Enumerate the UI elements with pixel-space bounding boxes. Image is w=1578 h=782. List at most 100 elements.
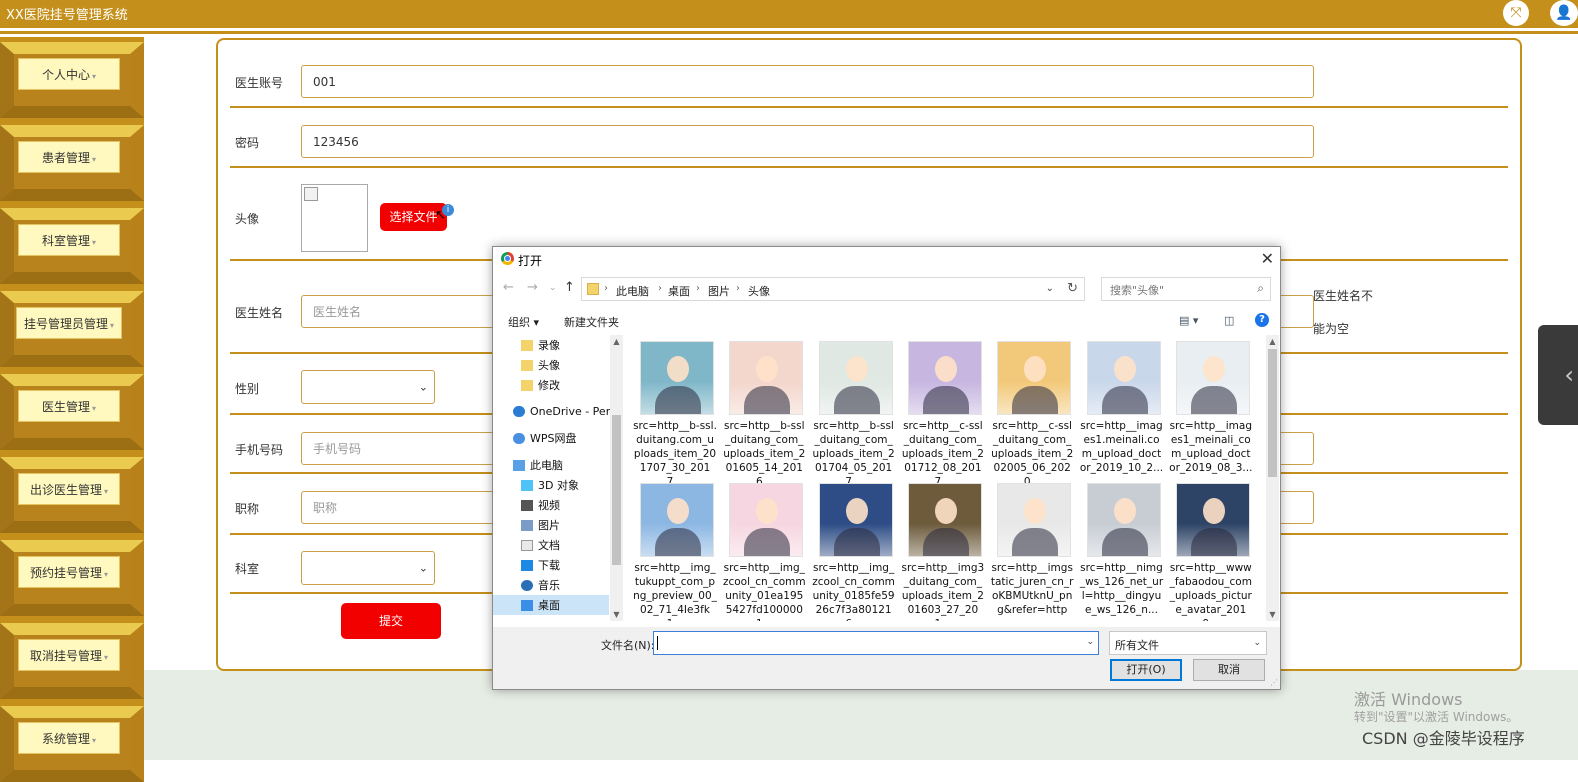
file-name: src=http__nimg_ws_126_net_url=http__ding… bbox=[1079, 562, 1164, 616]
submit-button[interactable]: 提交 bbox=[341, 603, 441, 639]
file-item[interactable]: src=http__b-ssl_duitang_com_uploads_item… bbox=[812, 339, 896, 488]
sidebar-item-doctors[interactable]: 医生管理 ▾ bbox=[0, 374, 144, 450]
organize-button[interactable]: 组织 ▾ bbox=[508, 314, 539, 330]
menu-button[interactable]: 系统管理 ▾ bbox=[18, 722, 120, 754]
sidebar-item-personal-center[interactable]: 个人中心 ▾ bbox=[0, 42, 144, 118]
tree-item-wps-cloud[interactable]: WPS网盘 bbox=[513, 428, 577, 448]
file-item[interactable]: src=http__images1_meinali_com_upload_doc… bbox=[1169, 339, 1253, 479]
filename-input[interactable]: ⌄ bbox=[653, 631, 1099, 655]
scroll-up-icon[interactable]: ▲ bbox=[1266, 337, 1279, 346]
resize-grip-icon[interactable]: ⋰ bbox=[1270, 678, 1278, 687]
file-open-dialog: 打开 ✕ ← → ⌄ ↑ › 此电脑 › 桌面 › 图片 › 头像 ⌄ ↻ 搜索… bbox=[492, 246, 1281, 690]
tree-item-label: 视频 bbox=[538, 499, 560, 512]
file-thumbnail bbox=[729, 483, 804, 557]
breadcrumb-desktop[interactable]: 桌面 bbox=[668, 283, 690, 299]
files-scrollbar[interactable]: ▲ ▼ bbox=[1266, 335, 1279, 621]
sidebar-item-registration-admins[interactable]: 挂号管理员管理 ▾ bbox=[0, 291, 144, 367]
file-item[interactable]: src=http__www_fabaodou_com_uploads_pictu… bbox=[1169, 481, 1253, 621]
fullscreen-icon[interactable]: ⤧ bbox=[1503, 0, 1529, 26]
tree-item-downloads[interactable]: 下载 bbox=[521, 555, 560, 575]
portrait-body-shape bbox=[1190, 386, 1237, 414]
menu-button[interactable]: 出诊医生管理 ▾ bbox=[18, 473, 120, 505]
header-divider bbox=[0, 31, 1578, 34]
scroll-down-icon[interactable]: ▼ bbox=[610, 610, 623, 619]
tree-item-3d-objects[interactable]: 3D 对象 bbox=[521, 475, 579, 495]
view-options-icon[interactable]: ▤ ▾ bbox=[1179, 314, 1198, 327]
portrait-body-shape bbox=[1190, 528, 1237, 556]
tree-item-music[interactable]: 音乐 bbox=[521, 575, 560, 595]
tree-item-videos[interactable]: 视频 bbox=[521, 495, 560, 515]
scrollbar-thumb[interactable] bbox=[1268, 349, 1277, 477]
breadcrumb-this-pc[interactable]: 此电脑 bbox=[616, 283, 649, 299]
forward-arrow-icon[interactable]: → bbox=[527, 280, 538, 295]
menu-button[interactable]: 科室管理 ▾ bbox=[18, 224, 120, 256]
file-item[interactable]: src=http__c-ssl_duitang_com_uploads_item… bbox=[990, 339, 1074, 488]
file-thumbnail bbox=[729, 341, 804, 415]
password-field[interactable]: 123456 bbox=[301, 125, 1314, 158]
tree-item-recordings[interactable]: 录像 bbox=[521, 335, 560, 355]
sidebar-item-departments[interactable]: 科室管理 ▾ bbox=[0, 208, 144, 284]
scroll-up-icon[interactable]: ▲ bbox=[610, 337, 623, 346]
scrollbar-thumb[interactable] bbox=[612, 415, 621, 565]
tree-item-onedrive[interactable]: OneDrive - Perso bbox=[513, 401, 622, 421]
address-bar[interactable]: › 此电脑 › 桌面 › 图片 › 头像 ⌄ ↻ bbox=[581, 277, 1085, 301]
menu-button[interactable]: 患者管理 ▾ bbox=[18, 141, 120, 173]
sidebar-item-system[interactable]: 系统管理 ▾ bbox=[0, 706, 144, 782]
menu-button[interactable]: 取消挂号管理 ▾ bbox=[18, 639, 120, 671]
close-icon[interactable]: ✕ bbox=[1261, 249, 1274, 268]
department-select[interactable]: ⌄ bbox=[301, 551, 435, 585]
file-item[interactable]: src=http__img_zcool_cn_community_0185fe5… bbox=[812, 481, 896, 621]
sidebar-item-cancellations[interactable]: 取消挂号管理 ▾ bbox=[0, 623, 144, 699]
new-folder-button[interactable]: 新建文件夹 bbox=[564, 314, 619, 330]
menu-button[interactable]: 个人中心 ▾ bbox=[18, 58, 120, 90]
cancel-button[interactable]: 取消 bbox=[1193, 659, 1265, 681]
menu-button[interactable]: 挂号管理员管理 ▾ bbox=[16, 307, 122, 339]
file-item[interactable]: src=http__nimg_ws_126_net_url=http__ding… bbox=[1080, 481, 1164, 621]
open-button[interactable]: 打开(O) bbox=[1110, 659, 1182, 681]
back-arrow-icon[interactable]: ← bbox=[503, 280, 514, 295]
caret-down-icon: ▾ bbox=[92, 238, 97, 247]
preview-pane-icon[interactable]: ◫ bbox=[1224, 314, 1234, 327]
portrait-body-shape bbox=[922, 386, 969, 414]
up-arrow-icon[interactable]: ↑ bbox=[564, 280, 575, 295]
user-icon[interactable]: 👤 bbox=[1550, 0, 1578, 26]
tree-item-desktop[interactable]: 桌面 bbox=[493, 595, 609, 615]
recent-dropdown-icon[interactable]: ⌄ bbox=[549, 283, 557, 293]
scroll-down-icon[interactable]: ▼ bbox=[1266, 610, 1279, 619]
menu-button[interactable]: 医生管理 ▾ bbox=[18, 390, 120, 422]
sidebar-item-on-duty-doctors[interactable]: 出诊医生管理 ▾ bbox=[0, 457, 144, 533]
help-icon[interactable]: ? bbox=[1255, 313, 1269, 327]
tree-item-pictures[interactable]: 图片 bbox=[521, 515, 560, 535]
portrait-head-shape bbox=[1202, 498, 1225, 524]
chevron-down-icon[interactable]: ⌄ bbox=[1046, 283, 1054, 294]
filetype-select[interactable]: 所有文件 ⌄ bbox=[1109, 631, 1267, 655]
breadcrumb-avatar[interactable]: 头像 bbox=[748, 283, 770, 299]
file-item[interactable]: src=http__images1.meinali.com_upload_doc… bbox=[1080, 339, 1164, 479]
file-item[interactable]: src=http__b-ssl.duitang.com_uploads_item… bbox=[633, 339, 717, 488]
tree-item-edits[interactable]: 修改 bbox=[521, 375, 560, 395]
tree-item-avatar[interactable]: 头像 bbox=[521, 355, 560, 375]
tree-item-this-pc[interactable]: 此电脑 bbox=[513, 455, 563, 475]
refresh-icon[interactable]: ↻ bbox=[1067, 281, 1078, 296]
chevron-down-icon[interactable]: ⌄ bbox=[1086, 637, 1094, 647]
tree-item-label: 文档 bbox=[538, 539, 560, 552]
dialog-titlebar[interactable]: 打开 ✕ bbox=[493, 247, 1280, 271]
file-item[interactable]: src=http__img_tukuppt_com_png_preview_00… bbox=[633, 481, 717, 621]
sidebar-item-appointments[interactable]: 预约挂号管理 ▾ bbox=[0, 540, 144, 616]
file-item[interactable]: src=http__c-ssl_duitang_com_uploads_item… bbox=[901, 339, 985, 488]
file-item[interactable]: src=http__b-ssl_duitang_com_uploads_item… bbox=[722, 339, 806, 488]
portrait-head-shape bbox=[1024, 356, 1047, 382]
file-item[interactable]: src=http__imgstatic_juren_cn_roKBMUtknU_… bbox=[990, 481, 1074, 621]
file-item[interactable]: src=http__img3_duitang_com_uploads_item_… bbox=[901, 481, 985, 621]
sidebar-item-patients[interactable]: 患者管理 ▾ bbox=[0, 125, 144, 201]
account-field[interactable]: 001 bbox=[301, 65, 1314, 98]
menu-button[interactable]: 预约挂号管理 ▾ bbox=[18, 556, 120, 588]
tree-scrollbar[interactable]: ▲ ▼ bbox=[610, 335, 623, 621]
breadcrumb-pictures[interactable]: 图片 bbox=[708, 283, 730, 299]
gender-select[interactable]: ⌄ bbox=[301, 370, 435, 404]
search-input[interactable]: 搜索"头像" ⌕ bbox=[1101, 277, 1271, 301]
collapse-panel-tab[interactable]: ‹ bbox=[1538, 325, 1578, 425]
file-item[interactable]: src=http__img_zcool_cn_community_01ea195… bbox=[722, 481, 806, 621]
row-divider bbox=[230, 106, 1508, 108]
tree-item-documents[interactable]: 文档 bbox=[521, 535, 560, 555]
